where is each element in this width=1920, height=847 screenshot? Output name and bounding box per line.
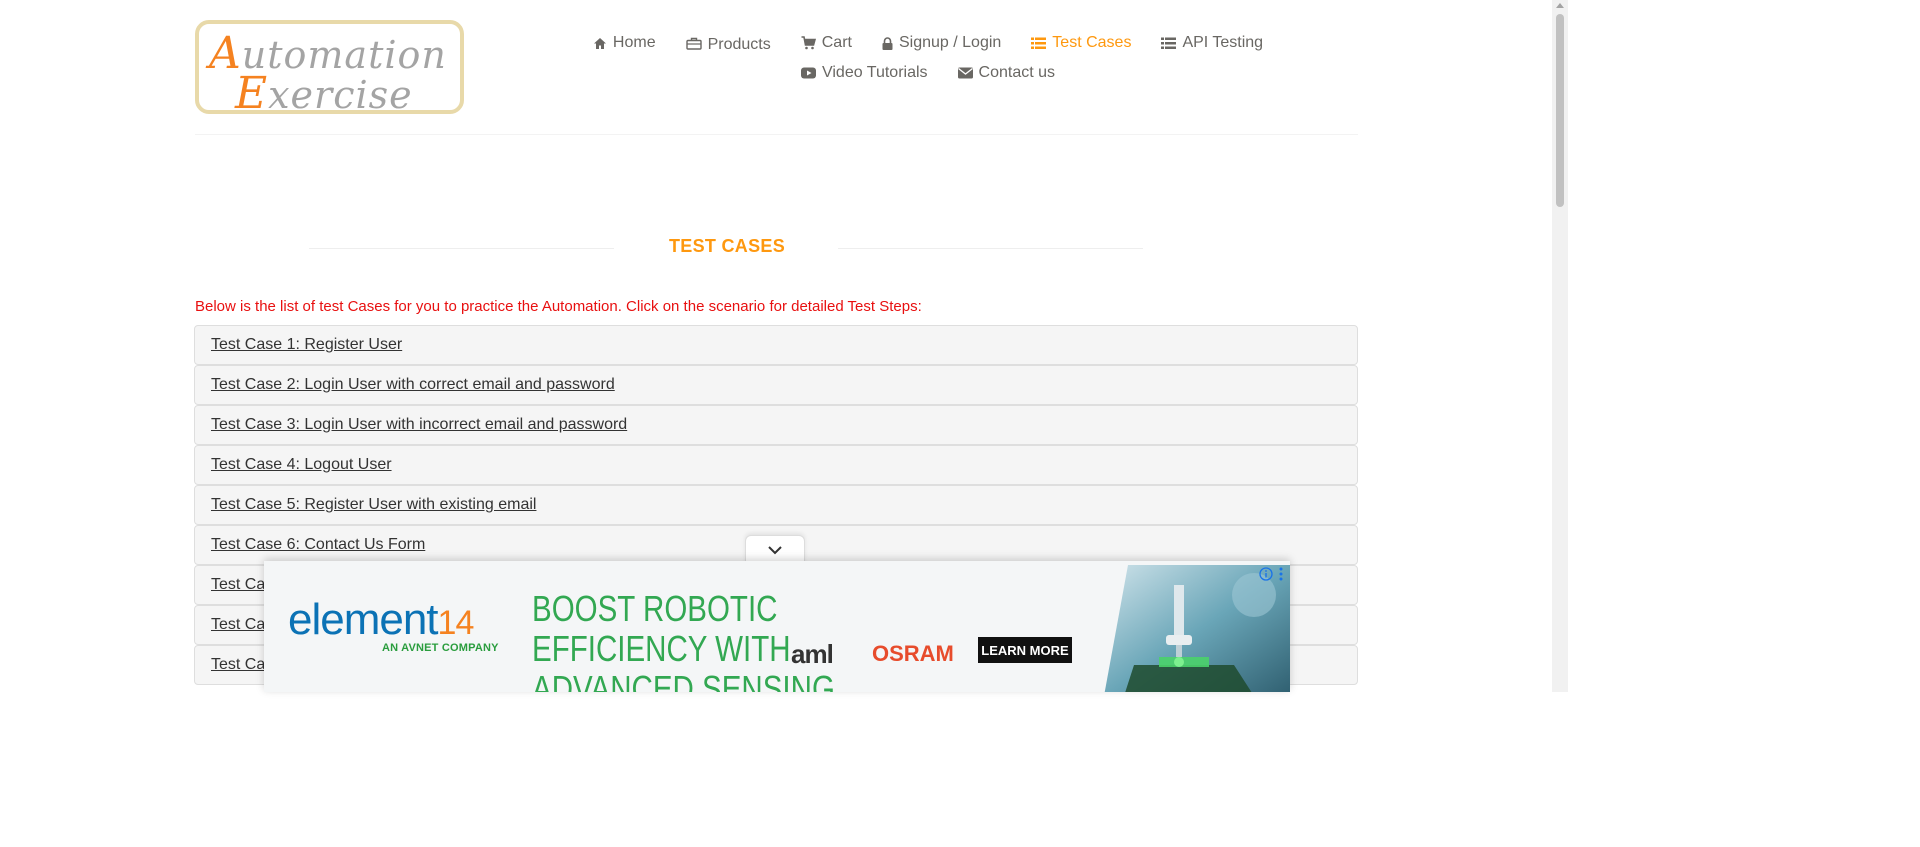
nav-test-cases-label: Test Cases [1052,34,1132,51]
page-title: TEST CASES [668,236,786,256]
nav-row-2: Video Tutorials Contact us [598,58,1258,88]
test-case-panel: Test Case 5: Register User with existing… [194,485,1358,525]
nav-video-tutorials-label: Video Tutorials [821,64,928,81]
test-case-link[interactable]: Test Case 5: Register User with existing… [211,496,536,514]
test-case-link[interactable]: Test Case 2: Login User with correct ema… [211,376,615,394]
envelope-icon [957,67,973,79]
list-icon [1161,37,1177,49]
nav-row-1: Home Products Cart Signup / Login Test C… [593,28,1263,58]
test-case-link[interactable]: Test Case 6: Contact Us Form [211,536,425,554]
nav-products[interactable]: Products [685,33,771,54]
nav-home[interactable]: Home [593,34,656,52]
test-case-link[interactable]: Test Case 3: Login User with incorrect e… [211,416,627,434]
ad-collapse-button[interactable] [745,535,805,563]
cart-icon [801,36,816,50]
test-case-link[interactable]: Test Case 4: Logout User [211,456,392,474]
youtube-icon [800,67,816,79]
nav-signup-login-label: Signup / Login [898,34,1002,51]
ad-learn-more-button[interactable]: LEARN MORE [978,637,1072,663]
intro-text: Below is the list of test Cases for you … [195,298,922,315]
ad-more-options-icon[interactable] [1277,566,1285,582]
test-case-link[interactable]: Test Ca [211,656,265,674]
home-icon [593,37,606,49]
header-divider [195,134,1358,135]
nav-api-testing[interactable]: API Testing [1161,34,1263,52]
nav-video-tutorials[interactable]: Video Tutorials [800,64,928,82]
nav-contact-us-label: Contact us [978,64,1056,81]
test-case-link[interactable]: Test Ca [211,616,265,634]
lock-icon [882,36,893,50]
scroll-up-arrow[interactable] [1556,3,1564,8]
ad-info-icon[interactable] [1259,567,1273,581]
ad-headline: BOOST ROBOTIC EFFICIENCY WITH ADVANCED S… [532,588,835,693]
ad-brand-subtitle: AN AVNET COMPANY [382,642,499,654]
test-case-panel: Test Case 2: Login User with correct ema… [194,365,1358,405]
briefcase-icon [685,37,702,50]
list-icon [1031,37,1047,49]
nav-cart-label: Cart [821,34,852,51]
ad-robot-image [1104,565,1290,692]
nav-cart[interactable]: Cart [801,34,852,52]
test-case-panel: Test Case 3: Login User with incorrect e… [194,405,1358,445]
logo-line-2: Exercise [235,68,413,119]
site-logo[interactable]: Automation Exercise [195,20,464,119]
page-scrollbar[interactable] [1552,0,1568,692]
nav-test-cases[interactable]: Test Cases [1031,34,1131,52]
nav-home-label: Home [612,34,656,51]
ad-partner-osram: OSRAM [872,641,954,666]
nav-products-label: Products [707,35,771,53]
nav-contact-us[interactable]: Contact us [957,64,1056,82]
ad-brand-logo: element14 [288,595,474,644]
test-case-panel: Test Case 4: Logout User [194,445,1358,485]
test-case-link[interactable]: Test Case 1: Register User [211,336,402,354]
banner-ad[interactable]: element14 AN AVNET COMPANY BOOST ROBOTIC… [264,561,1290,692]
scroll-thumb[interactable] [1556,14,1564,207]
test-case-link[interactable]: Test Ca [211,576,265,594]
test-case-panel: Test Case 1: Register User [194,325,1358,365]
ad-partner-ams: aml [791,639,834,669]
chevron-down-icon [768,545,782,554]
nav-signup-login[interactable]: Signup / Login [882,34,1001,52]
nav-api-testing-label: API Testing [1182,34,1264,51]
main-nav: Home Products Cart Signup / Login Test C… [593,28,1263,88]
